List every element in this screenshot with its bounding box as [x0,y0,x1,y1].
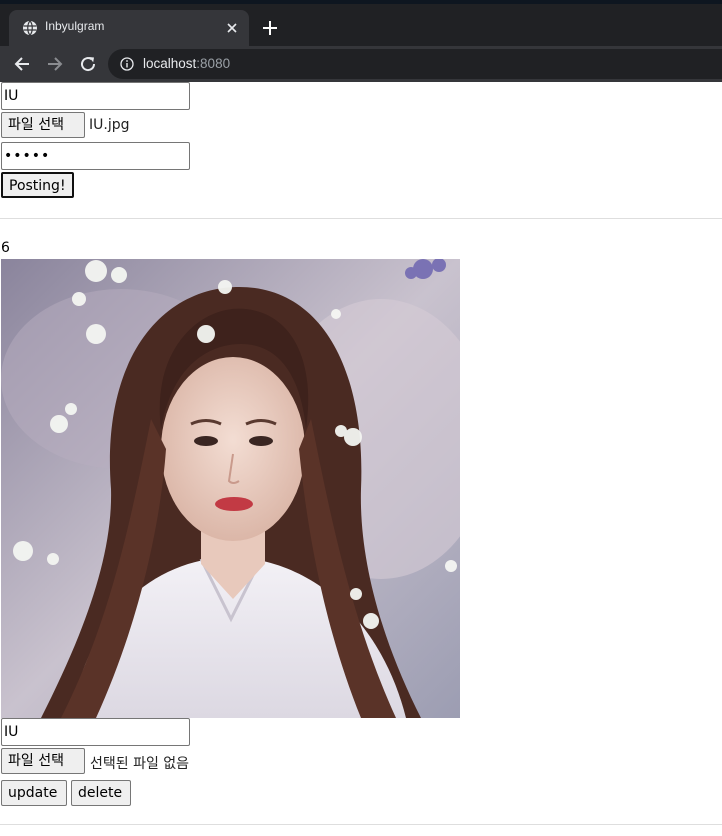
post-author-input[interactable] [1,718,190,746]
browser-toolbar: localhost:8080 [0,46,722,82]
post-file-status: 선택된 파일 없음 [90,756,190,772]
portrait-image [1,259,460,718]
plus-icon[interactable] [261,19,279,37]
post-id: 6 [1,240,10,256]
close-icon[interactable] [225,21,239,35]
password-input[interactable] [1,142,190,170]
url-text: localhost:8080 [143,56,230,71]
update-button[interactable]: update [1,780,67,806]
author-input[interactable] [1,82,190,110]
window-top-edge [0,0,722,4]
browser-tab-bar: Inbyulgram [0,0,722,46]
browser-tab[interactable]: Inbyulgram [9,10,249,46]
posting-button[interactable]: Posting! [1,172,74,198]
back-arrow-icon[interactable] [12,54,32,74]
url-host: localhost [143,56,197,71]
url-port: :8080 [196,56,231,71]
address-bar[interactable]: localhost:8080 [108,49,722,79]
choose-file-button[interactable]: 파일 선택 [1,112,85,138]
reload-icon[interactable] [78,54,98,74]
selected-file-name: IU.jpg [89,117,130,133]
delete-button[interactable]: delete [71,780,131,806]
post-choose-file-button[interactable]: 파일 선택 [1,748,85,774]
divider-bottom [0,824,722,825]
globe-icon [23,20,37,36]
tab-title: Inbyulgram [45,19,105,33]
forward-arrow-icon[interactable] [45,54,65,74]
post-photo [1,259,460,718]
info-icon[interactable] [120,57,134,71]
file-picker: 파일 선택 IU.jpg [1,112,301,140]
post-file-picker: 파일 선택 선택된 파일 없음 [1,748,301,776]
divider [0,218,722,219]
page-content: 파일 선택 IU.jpg Posting! 6 [0,82,722,836]
